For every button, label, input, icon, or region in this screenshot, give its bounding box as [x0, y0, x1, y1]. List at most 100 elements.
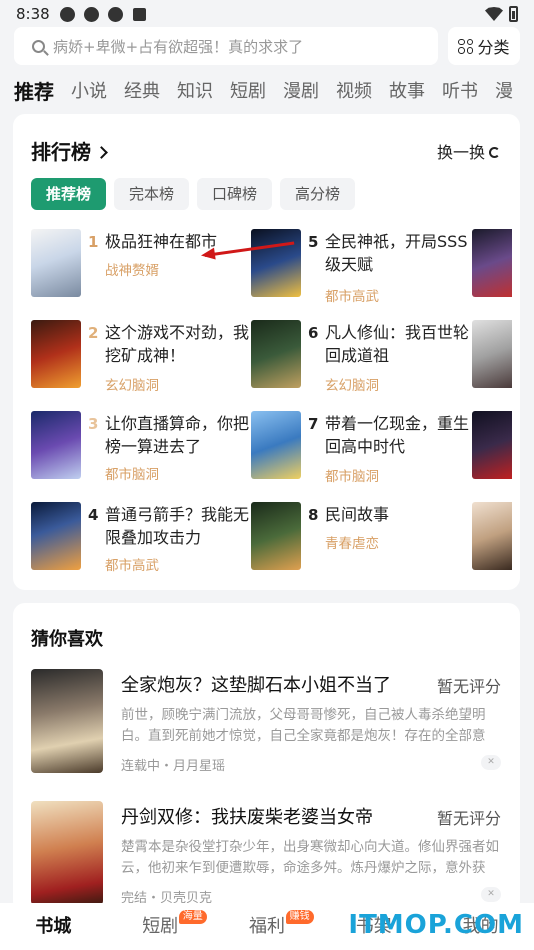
filter-recommend[interactable]: 推荐榜: [31, 178, 107, 210]
notification-icon: [60, 7, 75, 22]
book-title: 全民神祇，开局SSS级天赋: [325, 232, 468, 274]
close-icon[interactable]: ✕: [481, 887, 501, 902]
nav-label: 书城: [35, 916, 72, 937]
guess-card: 猜你喜欢 全家炮灰？这垫脚石本小姐不当了 暂无评分 前世，顾晚宁满门流放，父母哥…: [13, 603, 520, 913]
category-button[interactable]: 分类: [448, 27, 520, 65]
status-bar: 8:38: [0, 0, 534, 28]
book-tag: 青春虐恋: [325, 536, 379, 552]
book-cover[interactable]: [472, 502, 512, 570]
book-title: 凡人修仙：我百世轮回成道祖: [325, 323, 470, 365]
category-label: 分类: [477, 38, 510, 57]
nav-badge: 海量: [178, 910, 207, 924]
notification-icon: [84, 7, 99, 22]
book-tag: 玄幻脑洞: [325, 378, 379, 394]
tab-classic[interactable]: 经典: [124, 78, 160, 108]
ranking-book[interactable]: 8 民间故事 青春虐恋: [251, 502, 471, 574]
tab-novel[interactable]: 小说: [71, 78, 107, 108]
book-cover[interactable]: [472, 229, 512, 297]
book-cover: [251, 411, 301, 479]
notification-icon: [108, 7, 123, 22]
book-rank: 4: [88, 506, 99, 524]
ranking-book[interactable]: 3 让你直播算命，你把榜一算进去了 都市脑洞: [31, 411, 251, 483]
guess-item-title: 全家炮灰？这垫脚石本小姐不当了: [121, 675, 391, 696]
nav-label: 短剧: [142, 916, 179, 937]
tab-comic-drama[interactable]: 漫剧: [283, 78, 319, 108]
book-rank: 1: [88, 233, 99, 251]
book-rank: 7: [308, 415, 319, 433]
guess-item-score: 暂无评分: [436, 809, 501, 828]
book-rank: 3: [88, 415, 99, 433]
notification-icon: [133, 8, 146, 21]
ranking-card: 排行榜 换一换 推荐榜 完本榜 口碑榜 高分榜 1 极品狂神在都市 战神赘婿 2…: [13, 114, 520, 590]
filter-reputation[interactable]: 口碑榜: [197, 178, 273, 210]
search-bar[interactable]: 病娇+卑微+占有欲超强！真的求求了: [14, 27, 438, 65]
ranking-header[interactable]: 排行榜: [31, 136, 108, 165]
tab-short-drama[interactable]: 短剧: [230, 78, 266, 108]
filter-high-score[interactable]: 高分榜: [280, 178, 356, 210]
ranking-filters: 推荐榜 完本榜 口碑榜 高分榜: [31, 178, 356, 210]
book-title: 民间故事: [325, 505, 390, 524]
filter-completed[interactable]: 完本榜: [114, 178, 190, 210]
close-icon[interactable]: ✕: [481, 755, 501, 770]
nav-welfare[interactable]: 福利 赚钱: [214, 903, 321, 950]
ranking-book[interactable]: 2 这个游戏不对劲，我挖矿成神！ 玄幻脑洞: [31, 320, 251, 394]
book-cover: [251, 320, 301, 388]
chevron-right-icon: [95, 146, 108, 159]
nav-short-drama[interactable]: 短剧 海量: [107, 903, 214, 950]
refresh-label: 换一换: [436, 143, 485, 162]
book-rank: 2: [88, 324, 99, 342]
search-icon: [32, 39, 45, 53]
book-title: 带着一亿现金，重生回高中时代: [325, 414, 470, 456]
nav-label: 福利: [248, 916, 285, 937]
tab-audiobook[interactable]: 听书: [442, 78, 478, 108]
book-tag: 都市脑洞: [105, 467, 159, 483]
ranking-book[interactable]: 6 凡人修仙：我百世轮回成道祖 玄幻脑洞: [251, 320, 471, 394]
book-title: 让你直播算命，你把榜一算进去了: [105, 414, 250, 456]
channel-tabs: 推荐 小说 经典 知识 短剧 漫剧 视频 故事 听书 漫: [14, 78, 534, 108]
guess-item-title: 丹剑双修：我扶废柴老婆当女帝: [121, 807, 373, 828]
book-cover: [31, 411, 81, 479]
book-cover: [251, 502, 301, 570]
book-cover: [31, 502, 81, 570]
book-cover: [251, 229, 301, 297]
book-tag: 都市脑洞: [325, 469, 379, 485]
book-title: 普通弓箭手？我能无限叠加攻击力: [105, 505, 250, 547]
book-tag: 玄幻脑洞: [105, 378, 159, 394]
nav-bookstore[interactable]: 书城: [0, 903, 107, 950]
book-cover[interactable]: [472, 411, 512, 479]
nav-badge: 赚钱: [285, 910, 314, 924]
status-time: 8:38: [16, 5, 50, 23]
book-cover[interactable]: [472, 320, 512, 388]
book-title: 这个游戏不对劲，我挖矿成神！: [105, 323, 250, 365]
book-cover: [31, 320, 81, 388]
guess-item-meta: 连载中・月月星瑶: [121, 759, 226, 774]
refresh-button[interactable]: 换一换: [437, 139, 500, 163]
wifi-icon: [485, 7, 503, 21]
guess-item[interactable]: 全家炮灰？这垫脚石本小姐不当了 暂无评分 前世，顾晚宁满门流放，父母哥哥惨死，自…: [31, 669, 501, 789]
tab-comic[interactable]: 漫: [495, 78, 513, 108]
tab-video[interactable]: 视频: [336, 78, 372, 108]
ranking-book[interactable]: 4 普通弓箭手？我能无限叠加攻击力 都市高武: [31, 502, 251, 574]
book-cover: [31, 229, 81, 297]
book-cover: [31, 801, 103, 905]
guess-item-score: 暂无评分: [436, 677, 501, 696]
book-rank: 5: [308, 233, 319, 251]
book-tag: 都市高武: [325, 289, 379, 305]
ranking-title: 排行榜: [31, 140, 91, 164]
tab-recommend[interactable]: 推荐: [14, 78, 54, 108]
book-tag: 都市高武: [105, 558, 159, 574]
guess-item-desc: 前世，顾晚宁满门流放，父母哥哥惨死，自己被人毒杀绝望明白。直到死前她才惊觉，自己…: [121, 707, 486, 744]
grid-icon: [458, 38, 474, 54]
ranking-book[interactable]: 7 带着一亿现金，重生回高中时代 都市脑洞: [251, 411, 471, 485]
guess-title: 猜你喜欢: [31, 629, 103, 650]
guess-item-desc: 楚霄本是杂役堂打杂少年，出身寒微却心向大道。修仙界强者如云，他初来乍到便遭欺辱，…: [121, 839, 499, 876]
battery-icon: [509, 6, 518, 22]
tab-knowledge[interactable]: 知识: [177, 78, 213, 108]
ranking-book[interactable]: 1 极品狂神在都市 战神赘婿: [31, 229, 251, 301]
ranking-book[interactable]: 5 全民神祇，开局SSS级天赋 都市高武: [251, 229, 471, 305]
book-cover: [31, 669, 103, 773]
book-rank: 6: [308, 324, 319, 342]
book-rank: 8: [308, 506, 319, 524]
refresh-icon: [489, 147, 500, 158]
tab-story[interactable]: 故事: [389, 78, 425, 108]
